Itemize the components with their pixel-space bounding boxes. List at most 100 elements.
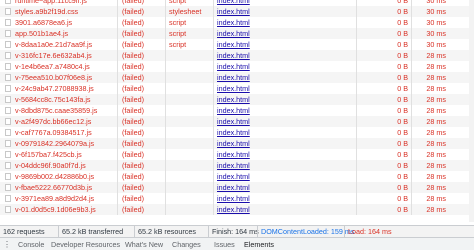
request-name-cell[interactable]: v-09791842.2964079a.js (0, 138, 118, 149)
size-cell: 0 B (357, 28, 412, 39)
table-row[interactable]: v-a2f497dc.bb66ec12.js (failed) index.html… (0, 116, 474, 127)
request-name: v-1e4b6ea7.a7480c4.js (15, 62, 90, 71)
request-name: v-5684cc8c.75c143fa.js (15, 95, 91, 104)
request-name-cell[interactable]: v-a2f497dc.bb66ec12.js (0, 116, 118, 127)
initiator-cell: index.html (214, 50, 357, 61)
initiator-link[interactable]: index.html (217, 139, 250, 148)
table-row[interactable]: v-5684cc8c.75c143fa.js (failed) index.html… (0, 94, 474, 105)
request-name-cell[interactable]: v-caf7767a.09384517.js (0, 127, 118, 138)
table-row[interactable]: 3901.a6878ea6.js (failed) script index.html… (0, 17, 474, 28)
size-cell: 0 B (357, 149, 412, 160)
table-row[interactable]: v-1e4b6ea7.a7480c4.js (failed) index.html 0… (0, 61, 474, 72)
tab-console[interactable]: Console (18, 238, 44, 250)
tab-whats-new[interactable]: What's New (125, 238, 163, 250)
time-cell: 28 ms (426, 117, 446, 126)
size-cell: 0 B (357, 182, 412, 193)
table-row[interactable]: v-8dbd875c.caae35859.js (failed) index.htm… (0, 105, 474, 116)
initiator-link[interactable]: index.html (217, 40, 250, 49)
request-name-cell[interactable]: v-04ddc96f.90a0f7d.js (0, 160, 118, 171)
dom-content-loaded-time: DOMContentLoaded: 159 ms (257, 226, 355, 237)
request-name-cell[interactable]: v-6f157ba7.f425cb.js (0, 149, 118, 160)
request-name-cell[interactable]: v-3971ea89.a8d9d2d4.js (0, 193, 118, 204)
type-cell (166, 116, 214, 127)
kebab-menu-icon[interactable]: ⋮ (3, 238, 11, 250)
request-name-cell[interactable]: v-8daa1a0e.21d7aa9f.js (0, 39, 118, 50)
initiator-link[interactable]: index.html (217, 29, 250, 38)
request-name: v-01.d0d5c9.1d06e9b3.js (15, 205, 96, 214)
table-row[interactable]: v-75eea510.b07f06e8.js (failed) index.html… (0, 72, 474, 83)
tab-changes[interactable]: Changes (172, 238, 201, 250)
request-name-cell[interactable]: v-75eea510.b07f06e8.js (0, 72, 118, 83)
initiator-link[interactable]: index.html (217, 106, 250, 115)
initiator-link[interactable]: index.html (217, 0, 250, 5)
request-name-cell[interactable]: v-01.d0d5c9.1d06e9b3.js (0, 204, 118, 215)
initiator-cell: index.html (214, 105, 357, 116)
table-row[interactable]: app.501b1ae4.js (failed) script index.html 0… (0, 28, 474, 39)
request-name: v-316fc17e.6e632ab4.js (15, 51, 92, 60)
initiator-link[interactable]: index.html (217, 128, 250, 137)
resources-size: 65.2 kB resources (134, 226, 196, 237)
tab-elements[interactable]: Elements (244, 238, 274, 250)
request-name-cell[interactable]: v-9869b002.d42886b0.js (0, 171, 118, 182)
type-cell (166, 171, 214, 182)
initiator-link[interactable]: index.html (217, 62, 250, 71)
initiator-cell: index.html (214, 61, 357, 72)
initiator-link[interactable]: index.html (217, 150, 250, 159)
request-name-cell[interactable]: v-8dbd875c.caae35859.js (0, 105, 118, 116)
file-icon (5, 107, 11, 114)
request-name-cell[interactable]: 3901.a6878ea6.js (0, 17, 118, 28)
table-row[interactable]: v-9869b002.d42886b0.js (failed) index.html… (0, 171, 474, 182)
type-cell (166, 83, 214, 94)
table-row[interactable]: v-316fc17e.6e632ab4.js (failed) index.html… (0, 50, 474, 61)
initiator-cell: index.html (214, 182, 357, 193)
table-row[interactable]: v-04ddc96f.90a0f7d.js (failed) index.html 0… (0, 160, 474, 171)
initiator-link[interactable]: index.html (217, 18, 250, 27)
request-name-cell[interactable]: app.501b1ae4.js (0, 28, 118, 39)
table-row[interactable]: v-09791842.2964079a.js (failed) index.html… (0, 138, 474, 149)
request-name-cell[interactable]: v-5684cc8c.75c143fa.js (0, 94, 118, 105)
type-cell (166, 94, 214, 105)
request-name-cell[interactable]: v-24c9ab47.27088938.js (0, 83, 118, 94)
table-row[interactable]: v-3971ea89.a8d9d2d4.js (failed) index.html… (0, 193, 474, 204)
request-name: runtime~app.11cc9ff.js (15, 0, 87, 5)
request-name: v-fbae5222.66770d3b.js (15, 183, 93, 192)
table-row[interactable]: v-caf7767a.09384517.js (failed) index.html… (0, 127, 474, 138)
initiator-link[interactable]: index.html (217, 51, 250, 60)
initiator-link[interactable]: index.html (217, 117, 250, 126)
initiator-link[interactable]: index.html (217, 194, 250, 203)
initiator-link[interactable]: index.html (217, 95, 250, 104)
table-row[interactable]: v-fbae5222.66770d3b.js (failed) index.html… (0, 182, 474, 193)
vertical-scrollbar[interactable] (469, 0, 474, 222)
initiator-link[interactable]: index.html (217, 183, 250, 192)
initiator-link[interactable]: index.html (217, 172, 250, 181)
initiator-link[interactable]: index.html (217, 84, 250, 93)
request-name-cell[interactable]: v-316fc17e.6e632ab4.js (0, 50, 118, 61)
initiator-link[interactable]: index.html (217, 161, 250, 170)
initiator-cell: index.html (214, 127, 357, 138)
request-name: v-6f157ba7.f425cb.js (15, 150, 82, 159)
initiator-cell: index.html (214, 204, 357, 215)
request-name-cell[interactable]: v-fbae5222.66770d3b.js (0, 182, 118, 193)
network-summary-bar: 162 requests 65.2 kB transferred 65.2 kB… (0, 225, 474, 237)
status-cell: (failed) (118, 193, 166, 204)
table-row[interactable]: v-01.d0d5c9.1d06e9b3.js (failed) index.htm… (0, 204, 474, 215)
table-row[interactable]: v-6f157ba7.f425cb.js (failed) index.html 0 … (0, 149, 474, 160)
time-cell: 28 ms (426, 172, 446, 181)
request-name: v-a2f497dc.bb66ec12.js (15, 117, 92, 126)
initiator-link[interactable]: index.html (217, 205, 250, 214)
tab-developer-resources[interactable]: Developer Resources (51, 238, 120, 250)
type-cell (166, 149, 214, 160)
request-name: v-3971ea89.a8d9d2d4.js (15, 194, 95, 203)
time-cell: 30 ms (426, 7, 446, 16)
table-row[interactable]: v-8daa1a0e.21d7aa9f.js (failed) script inde… (0, 39, 474, 50)
time-cell: 28 ms (426, 205, 446, 214)
file-icon (5, 19, 11, 26)
tab-issues[interactable]: Issues (214, 238, 235, 250)
table-row[interactable]: v-24c9ab47.27088938.js (failed) index.html… (0, 83, 474, 94)
request-name-cell[interactable]: styles.a9b2f19d.css (0, 6, 118, 17)
request-name: v-24c9ab47.27088938.js (15, 84, 94, 93)
initiator-link[interactable]: index.html (217, 73, 250, 82)
initiator-link[interactable]: index.html (217, 7, 250, 16)
table-row[interactable]: styles.a9b2f19d.css (failed) stylesheet ind… (0, 6, 474, 17)
request-name-cell[interactable]: v-1e4b6ea7.a7480c4.js (0, 61, 118, 72)
